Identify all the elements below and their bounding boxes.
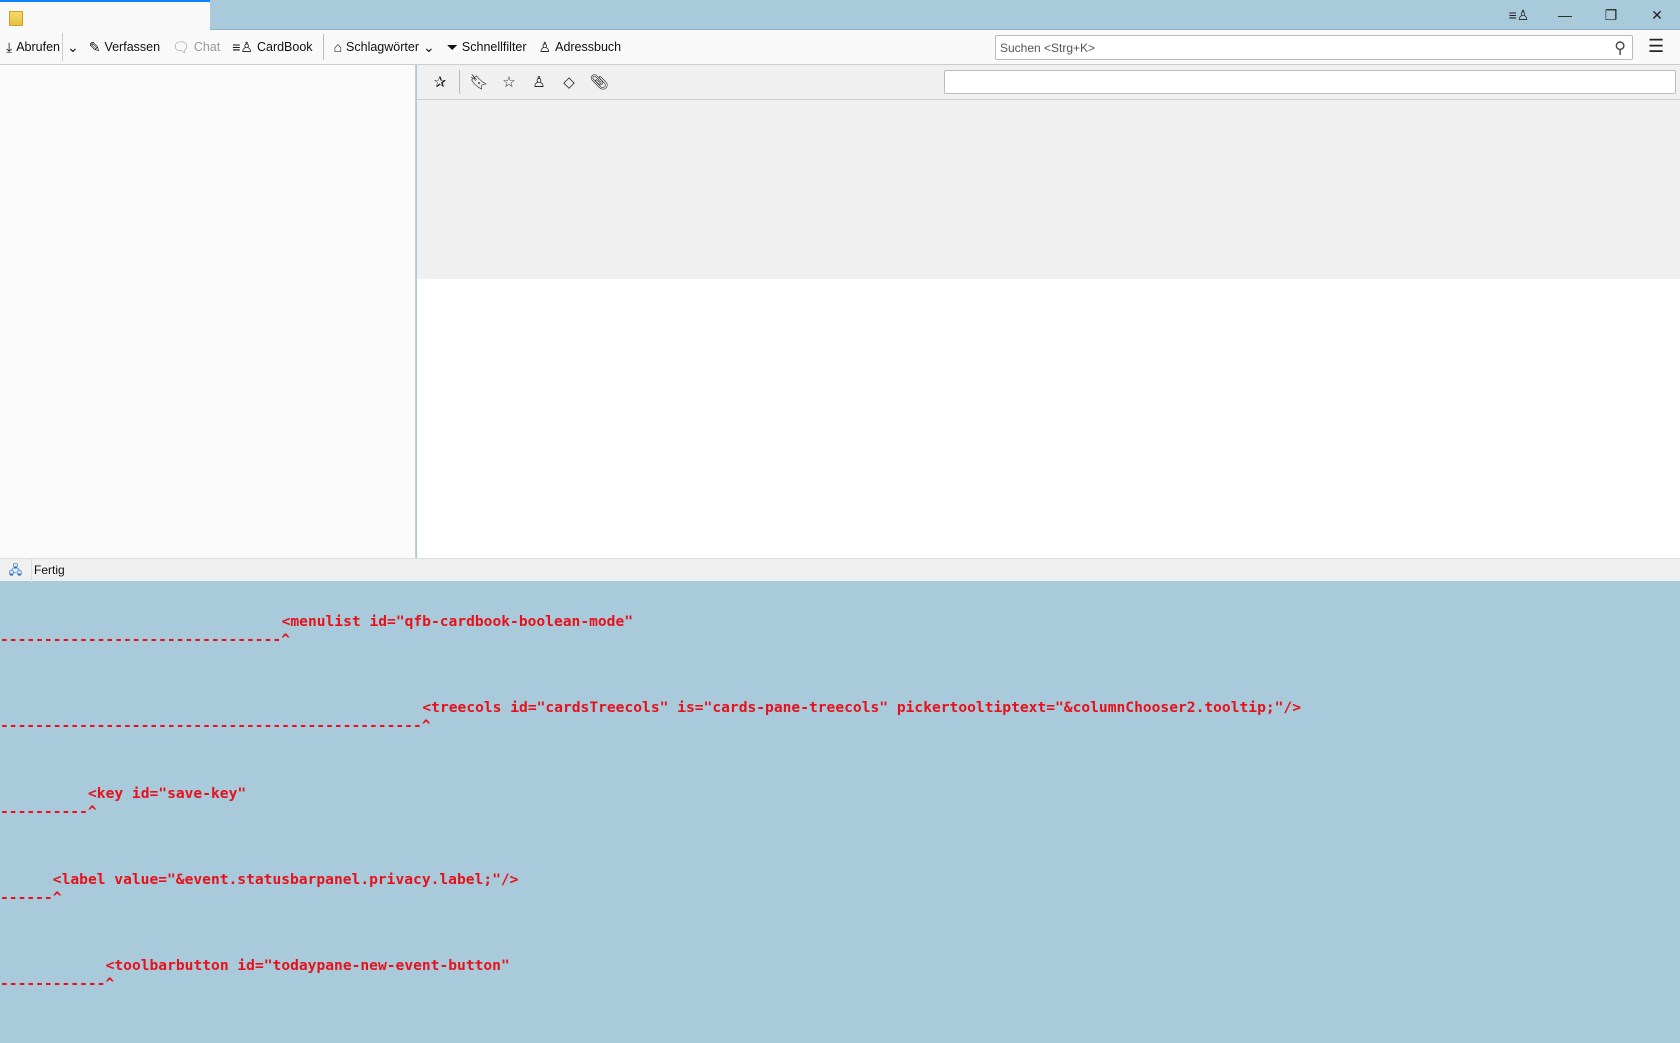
error-code: <toolbarbutton id="todaypane-new-event-b… (105, 957, 510, 974)
tags-button[interactable]: ⌂ Schlagwörter ⌄ (328, 33, 441, 61)
error-caret: ------^ (0, 889, 62, 906)
thread-pane[interactable] (417, 100, 1680, 279)
quick-filter-button[interactable]: ⏷ Schnellfilter (441, 33, 533, 61)
status-text: Fertig (34, 563, 65, 577)
search-input[interactable]: Suchen <Strg+K> ⚲ (995, 35, 1633, 60)
star-icon[interactable]: ☆ (494, 68, 524, 96)
restore-button[interactable]: ❐ (1588, 0, 1634, 30)
chevron-down-icon: ⌄ (66, 39, 79, 55)
pencil-icon: ✎ (88, 39, 101, 55)
error-caret: ----------^ (0, 803, 97, 820)
title-bar: ≡♙ — ❐ ✕ (0, 0, 1680, 30)
address-book-button[interactable]: ♙ Adressbuch (533, 33, 628, 61)
quick-filter-bar: ✰ 🔖︎ ☆ ♙ ◇ 📎︎ (417, 65, 1680, 100)
error-block: <treecols id="cardsTreecols" is="cards-p… (0, 699, 1301, 785)
folder-pane[interactable] (0, 65, 416, 558)
sticky-pin-icon[interactable]: ✰ (425, 68, 455, 96)
error-code: <label value="&event.statusbarpanel.priv… (52, 871, 519, 888)
search-icon[interactable]: ⚲ (1614, 38, 1626, 58)
quick-filter-input[interactable] (944, 70, 1676, 94)
error-block: <key id="save-key" ----------^ (0, 785, 1301, 871)
error-caret: ----------------------------------------… (0, 717, 431, 734)
download-icon: ⤓ (6, 39, 13, 55)
error-block: <toolbarbutton id="todaypane-new-event-b… (0, 957, 1301, 1043)
app-menu-icon[interactable]: ☰ (1648, 36, 1664, 57)
filter-icon: ⏷ (446, 39, 458, 55)
error-code: <menulist id="qfb-cardbook-boolean-mode" (281, 613, 634, 630)
error-code: <key id="save-key" (88, 785, 247, 802)
get-mail-dropdown[interactable]: ⌄ (61, 33, 83, 61)
online-status-icon[interactable]: 🖧 (0, 558, 32, 582)
cardbook-icon: ≡♙ (232, 39, 253, 55)
error-block: <menulist id="qfb-cardbook-boolean-mode"… (0, 613, 1301, 699)
chevron-down-icon: ⌄ (422, 39, 435, 55)
cardbook-button[interactable]: ≡♙ CardBook (226, 33, 318, 61)
contact-icon[interactable]: ♙ (524, 68, 554, 96)
xml-parse-errors: <menulist id="qfb-cardbook-boolean-mode"… (0, 613, 1301, 1043)
error-caret: ------------^ (0, 975, 115, 992)
error-caret: --------------------------------^ (0, 631, 290, 648)
tag-icon[interactable]: ◇ (554, 68, 584, 96)
chat-icon: 🗨 (172, 39, 190, 55)
close-button[interactable]: ✕ (1634, 0, 1680, 30)
bookmark-icon[interactable]: 🔖︎ (464, 68, 494, 96)
divider (322, 34, 324, 60)
status-bar: 🖧 Fertig (0, 558, 1680, 582)
chat-button[interactable]: 🗨 Chat (166, 33, 226, 61)
minimize-button[interactable]: — (1542, 0, 1588, 30)
tag-icon: ⌂ (333, 39, 343, 55)
error-code: <treecols id="cardsTreecols" is="cards-p… (422, 699, 1302, 716)
divider (459, 70, 460, 94)
contact-icon: ♙ (538, 39, 552, 55)
folder-icon (9, 11, 23, 26)
tab-mail[interactable] (0, 0, 210, 30)
message-pane[interactable] (417, 279, 1680, 558)
get-mail-button[interactable]: ⤓ Abrufen (0, 33, 62, 61)
attachment-icon[interactable]: 📎︎ (584, 68, 614, 96)
account-central-icon[interactable]: ≡♙ (1496, 0, 1542, 30)
compose-button[interactable]: ✎ Verfassen (83, 33, 166, 61)
error-block: <label value="&event.statusbarpanel.priv… (0, 871, 1301, 957)
